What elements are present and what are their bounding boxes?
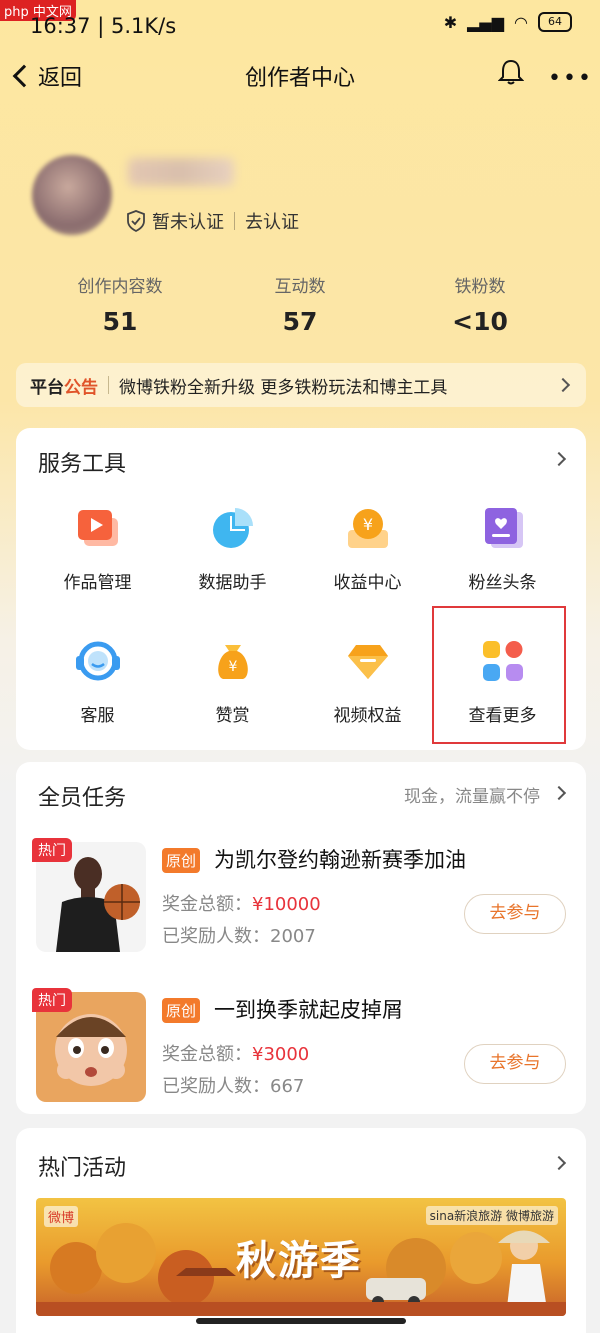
verify-link[interactable]: 去认证 [245,208,299,234]
join-button[interactable]: 去参与 [464,894,566,934]
verify-row: 暂未认证 去认证 [126,208,299,234]
banner-title: 秋游季 [236,1238,362,1284]
status-icons: ✱ ▂▄▆ ◠ 64 [444,12,572,32]
notice-tag: 平台公告 [30,377,98,398]
all-tasks-card: 全员任务 现金，流量赢不停 热门 原创 为凯尔登约翰逊新赛季加油 奖金总额：¥1… [16,762,586,1114]
pie-chart-icon [212,508,253,548]
stat-label: 铁粉数 [454,277,506,297]
original-badge: 原创 [162,848,201,873]
signal-icon: ▂▄▆ [467,12,505,32]
more-options-icon[interactable]: ••• [548,66,593,91]
tool-label: 客服 [80,706,115,726]
video-folder-icon [77,510,118,546]
verify-status: 暂未认证 [152,212,224,233]
tool-label: 视频权益 [333,706,402,726]
highlight-box [432,606,566,744]
hot-badge: 热门 [32,838,72,862]
tool-label: 收益中心 [333,573,402,593]
hot-badge: 热门 [32,988,72,1012]
divider [234,212,235,230]
task-item[interactable]: 热门 原创 一到换季就起皮掉屑 奖金总额：¥3000 已奖励人数：667 去参与 [32,988,566,1112]
platform-notice[interactable]: 平台公告 微博铁粉全新升级 更多铁粉玩法和博主工具 [16,363,586,407]
tool-label: 粉丝头条 [468,573,537,593]
yuan-coin-icon: ¥ [347,509,388,548]
stat-iron-fans[interactable]: 铁粉数 <10 [390,272,570,336]
task-item[interactable]: 热门 原创 为凯尔登约翰逊新赛季加油 奖金总额：¥10000 已奖励人数：200… [32,838,566,962]
stat-label: 创作内容数 [77,277,163,297]
activity-banner[interactable]: 微博 sina新浪旅游 微博旅游 秋游季 [36,1198,566,1316]
task-prize: 奖金总额：¥10000 [162,894,321,915]
status-bar: php 中文网 16:37 | 5.1K/s ✱ ▂▄▆ ◠ 64 [0,0,600,48]
stat-value: 51 [102,307,138,336]
tool-label: 数据助手 [198,573,267,593]
chevron-right-icon [555,377,571,393]
divider [108,376,109,394]
battery-icon: 64 [538,12,572,32]
bluetooth-icon: ✱ [443,12,458,32]
stat-label: 互动数 [274,277,326,297]
tool-works-management[interactable]: 作品管理 [30,506,165,593]
tool-appreciation[interactable]: ¥ 赞赏 [165,639,300,726]
chevron-right-icon[interactable] [551,451,567,467]
tool-label: 赞赏 [215,706,250,726]
avatar[interactable] [32,155,112,235]
status-time: 16:37 | 5.1K/s [30,14,177,38]
svg-text:¥: ¥ [228,659,237,675]
username-blurred [128,158,234,186]
task-reward-count: 已奖励人数：667 [162,1076,305,1097]
shield-icon [127,210,145,232]
original-badge: 原创 [162,998,201,1023]
section-title: 热门活动 [38,1156,127,1181]
headset-icon [75,641,120,681]
diamond-icon [347,645,388,679]
service-tools-card: 服务工具 作品管理 数据助手 ¥ 收益中心 粉丝头条 客服 ¥ 赞赏 视频权益 … [16,428,586,750]
task-reward-count: 已奖励人数：2007 [162,926,316,947]
tool-revenue-center[interactable]: ¥ 收益中心 [300,506,435,593]
notice-text: 微博铁粉全新升级 更多铁粉玩法和博主工具 [119,377,448,398]
stats-row: 创作内容数 51 互动数 57 铁粉数 <10 [30,272,570,336]
partner-logos: sina新浪旅游 微博旅游 [425,1206,558,1225]
join-button[interactable]: 去参与 [464,1044,566,1084]
home-indicator[interactable] [196,1318,406,1324]
wifi-icon: ◠ [514,12,528,32]
hot-activities-card: 热门活动 微博 sina新浪旅游 微博旅游 秋游季 [16,1128,586,1333]
stat-value: 57 [282,307,318,336]
task-title: 一到换季就起皮掉屑 [214,998,403,1022]
tool-data-assistant[interactable]: 数据助手 [165,506,300,593]
task-title: 为凯尔登约翰逊新赛季加油 [214,848,466,872]
stat-content-count[interactable]: 创作内容数 51 [30,272,210,336]
section-title: 服务工具 [38,452,127,477]
stat-interaction-count[interactable]: 互动数 57 [210,272,390,336]
bell-icon[interactable] [498,58,524,86]
chevron-right-icon[interactable] [551,1155,567,1171]
section-title: 全员任务 [38,786,127,811]
tool-customer-service[interactable]: 客服 [30,639,165,726]
heart-book-icon [484,508,523,548]
stat-value: <10 [452,307,508,336]
weibo-logo: 微博 [44,1206,79,1227]
section-subtitle[interactable]: 现金，流量赢不停 [404,782,540,807]
tool-video-benefits[interactable]: 视频权益 [300,639,435,726]
svg-text:¥: ¥ [362,515,372,534]
nav-bar: 返回 创作者中心 ••• [0,54,600,102]
tool-label: 作品管理 [63,573,132,593]
money-bag-icon: ¥ [217,645,248,679]
task-prize: 奖金总额：¥3000 [162,1044,310,1065]
chevron-right-icon[interactable] [551,785,567,801]
tool-fans-headline[interactable]: 粉丝头条 [435,506,570,593]
